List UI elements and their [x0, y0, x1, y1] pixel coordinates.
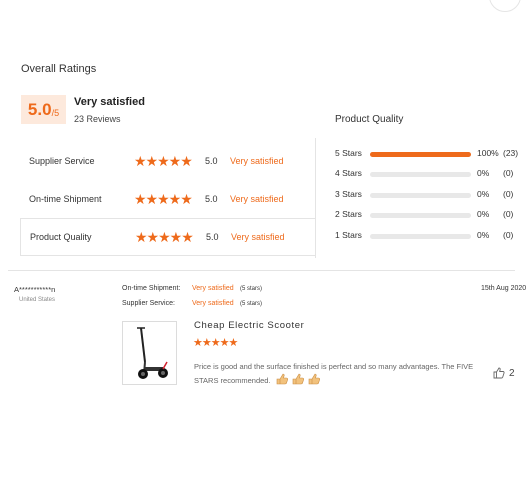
- section-divider: [8, 270, 515, 271]
- service-stars: (5 stars): [240, 301, 263, 307]
- product-star-rating: ★★★★★: [193, 337, 238, 349]
- shipment-verdict: Very satisfied: [192, 285, 234, 292]
- rating-verdict: Very satisfied: [230, 194, 284, 204]
- distribution-count: (0): [503, 209, 514, 219]
- distribution-percent: 0%: [477, 230, 490, 240]
- distribution-row-2: 2 Stars 0% (0): [335, 209, 525, 223]
- distribution-row-5: 5 Stars 100% (23): [335, 148, 525, 162]
- overall-ratings-title: Overall Ratings: [21, 63, 97, 75]
- distribution-count: (0): [503, 230, 514, 240]
- rating-label: On-time Shipment: [29, 194, 102, 204]
- distribution-row-1: 1 Stars 0% (0): [335, 230, 525, 244]
- product-quality-title: Product Quality: [335, 114, 404, 125]
- star-rating: ★★★★★: [135, 228, 194, 245]
- product-name[interactable]: Cheap Electric Scooter: [194, 320, 304, 331]
- rating-score: 5.0: [206, 232, 219, 242]
- service-label: Supplier Service:: [122, 300, 175, 307]
- overall-score: 5.0: [27, 99, 52, 119]
- thumbs-up-icon: [493, 367, 505, 379]
- review-count: 23 Reviews: [74, 114, 121, 124]
- rating-score: 5.0: [205, 156, 218, 166]
- distribution-percent: 100%: [477, 148, 499, 158]
- star-rating: ★★★★★: [134, 152, 193, 169]
- rating-verdict: Very satisfied: [230, 156, 284, 166]
- star-rating: ★★★★★: [134, 190, 193, 207]
- distribution-bar-track: [370, 193, 471, 198]
- thumbs-up-emoji-icons: [276, 373, 322, 389]
- distribution-bar-fill: [370, 152, 471, 157]
- rating-row-product-quality[interactable]: Product Quality ★★★★★ 5.0 Very satisfied: [20, 218, 315, 256]
- distribution-row-3: 3 Stars 0% (0): [335, 189, 525, 203]
- scooter-image: [137, 327, 168, 379]
- rating-row-supplier-service: Supplier Service ★★★★★ 5.0 Very satisfie…: [20, 142, 315, 180]
- distribution-percent: 0%: [477, 189, 490, 199]
- rating-label: Supplier Service: [29, 156, 95, 166]
- overall-verdict: Very satisfied: [74, 96, 145, 108]
- review-text: Price is good and the surface finished i…: [194, 362, 474, 385]
- shipment-stars: (5 stars): [240, 286, 263, 292]
- like-count: 2: [509, 367, 515, 379]
- shipment-label: On-time Shipment:: [122, 285, 181, 292]
- category-ratings-panel: Supplier Service ★★★★★ 5.0 Very satisfie…: [20, 138, 316, 258]
- distribution-bar-track: [370, 152, 471, 157]
- distribution-label: 1 Stars: [335, 230, 362, 240]
- reviewer-name: A***********n: [14, 285, 56, 294]
- rating-row-on-time-shipment: On-time Shipment ★★★★★ 5.0 Very satisfie…: [20, 180, 315, 218]
- reviewer-country: United States: [19, 297, 56, 303]
- product-thumbnail[interactable]: [122, 321, 177, 385]
- distribution-count: (23): [503, 148, 519, 158]
- rating-label: Product Quality: [30, 232, 92, 242]
- distribution-count: (0): [503, 168, 514, 178]
- distribution-label: 4 Stars: [335, 168, 362, 178]
- distribution-label: 5 Stars: [335, 148, 362, 158]
- rating-verdict: Very satisfied: [231, 232, 285, 242]
- like-button[interactable]: 2: [493, 367, 515, 379]
- distribution-percent: 0%: [477, 209, 490, 219]
- distribution-label: 3 Stars: [335, 189, 362, 199]
- distribution-percent: 0%: [477, 168, 490, 178]
- overall-score-suffix: /5: [51, 107, 60, 118]
- review-body: Price is good and the surface finished i…: [194, 360, 479, 389]
- distribution-count: (0): [503, 189, 514, 199]
- distribution-bar-track: [370, 172, 471, 177]
- review-date: 15th Aug 2020: [481, 285, 527, 292]
- distribution-row-4: 4 Stars 0% (0): [335, 168, 525, 182]
- distribution-bar-track: [370, 213, 471, 218]
- distribution-label: 2 Stars: [335, 209, 362, 219]
- rating-score: 5.0: [205, 194, 218, 204]
- overall-score-badge: 5.0 /5: [21, 95, 66, 124]
- service-verdict: Very satisfied: [192, 300, 234, 307]
- distribution-bar-track: [370, 234, 471, 239]
- top-control-circle[interactable]: [489, 0, 521, 12]
